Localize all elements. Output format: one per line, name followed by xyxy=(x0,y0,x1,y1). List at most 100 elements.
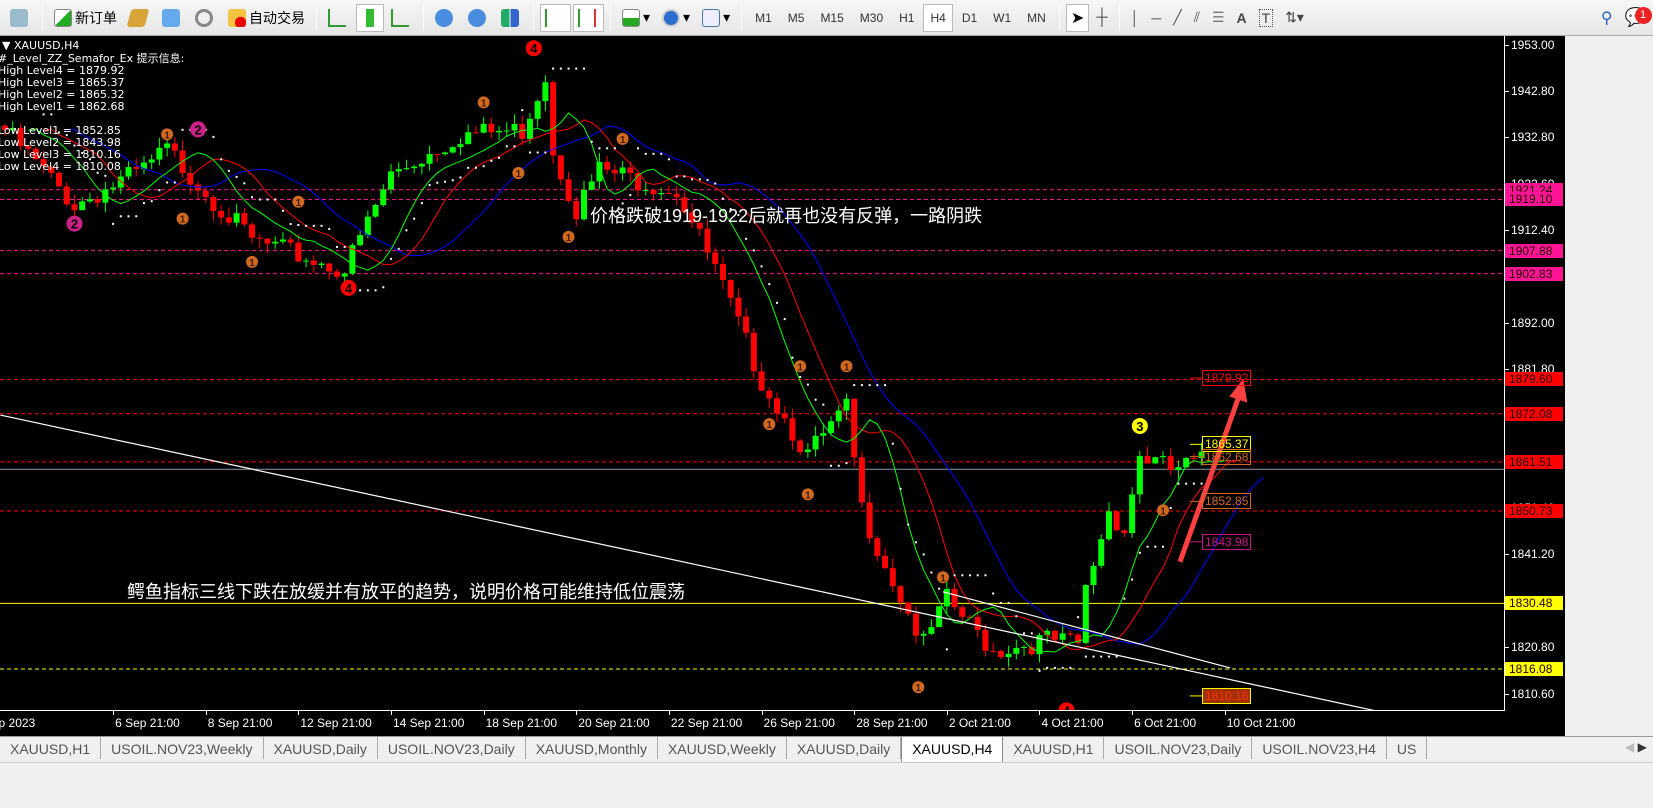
timeframe-h1[interactable]: H1 xyxy=(892,4,921,32)
scroll-left-icon[interactable]: ◀ xyxy=(1625,740,1634,754)
market-watch-button[interactable] xyxy=(124,4,155,32)
sar-dot xyxy=(976,574,979,577)
candle-body xyxy=(1160,456,1166,458)
sar-dot xyxy=(436,181,439,184)
tab-usoil-nov23-daily[interactable]: USOIL.NOV23,Daily xyxy=(1104,737,1253,759)
tab-scroll-arrows[interactable]: ◀ ▶ xyxy=(1625,740,1647,754)
tab-xauusd-h1[interactable]: XAUUSD,H1 xyxy=(0,737,102,759)
fibonacci-button[interactable]: ☰ xyxy=(1207,4,1230,32)
signals-button[interactable] xyxy=(190,4,221,32)
semafor-number: 3 xyxy=(1136,419,1143,434)
navigator-button[interactable] xyxy=(157,4,188,32)
cursor-button[interactable]: ➤ xyxy=(1065,3,1090,32)
equidistant-channel-button[interactable]: ⫽ xyxy=(1189,4,1205,32)
vertical-line-button[interactable]: │ xyxy=(1126,4,1145,32)
indicators-button[interactable]: ▾ xyxy=(617,4,655,32)
candle-body xyxy=(56,172,63,187)
timeframe-w1[interactable]: W1 xyxy=(986,4,1018,32)
auto-trading-button[interactable]: 自动交易 xyxy=(223,4,310,32)
price-chart[interactable]: 444223111111111111111 ▼ XAUUSD,H4 #_Leve… xyxy=(0,36,1505,711)
sar-dot xyxy=(1023,632,1026,635)
sar-dot xyxy=(667,158,670,161)
tab-us[interactable]: US xyxy=(1387,737,1428,759)
tab-xauusd-daily[interactable]: XAUUSD,Daily xyxy=(787,737,902,759)
templates-button[interactable]: ▾ xyxy=(697,4,735,32)
horizontal-line-button[interactable]: ─ xyxy=(1146,4,1166,32)
search-button[interactable]: ⚲ xyxy=(1596,4,1618,32)
zoom-out-button[interactable] xyxy=(463,4,494,32)
candle-body xyxy=(86,199,93,202)
candle-body xyxy=(665,193,672,195)
time-tick-label: 8 Sep 21:00 xyxy=(207,716,273,730)
sar-dot xyxy=(644,152,647,155)
chart-canvas[interactable]: 4 4 4 2 2 3 1 1 1 1 1 1 1 1 1 1 1 1 1 1 1 xyxy=(0,36,1505,711)
sar-dot xyxy=(1092,655,1095,658)
sar-dot xyxy=(907,523,910,526)
timeframe-m15[interactable]: M15 xyxy=(813,4,850,32)
arrows-button[interactable]: ⇅▾ xyxy=(1280,4,1309,32)
tab-xauusd-daily[interactable]: XAUUSD,Daily xyxy=(264,737,378,759)
candle-body xyxy=(426,154,433,164)
tab-xauusd-h4[interactable]: XAUUSD,H4 xyxy=(901,737,1004,763)
timeframe-m1[interactable]: M1 xyxy=(748,4,779,32)
notifications-button[interactable]: 💬1 xyxy=(1620,4,1652,32)
divider xyxy=(610,4,611,31)
chart-window[interactable]: 444223111111111111111 ▼ XAUUSD,H4 #_Leve… xyxy=(0,36,1565,736)
tab-xauusd-h1[interactable]: XAUUSD,H1 xyxy=(1003,737,1105,759)
semafor-number: 1 xyxy=(296,198,302,209)
candle-body xyxy=(874,538,881,556)
candle-body xyxy=(735,297,742,317)
sar-dot xyxy=(397,247,400,250)
candle-body xyxy=(781,413,788,419)
time-tick xyxy=(854,711,856,715)
divider xyxy=(1118,4,1120,31)
candle-body xyxy=(249,224,256,238)
text-label-button[interactable]: T xyxy=(1254,4,1279,32)
candle-body xyxy=(179,150,186,173)
time-axis[interactable]: Sep 2023 6 Sep 21:00 8 Sep 21:00 12 Sep 21:… xyxy=(0,711,1505,736)
candle-body xyxy=(835,410,842,422)
tab-usoil-nov23-weekly[interactable]: USOIL.NOV23,Weekly xyxy=(101,737,264,759)
line-chart-button[interactable] xyxy=(386,4,417,32)
timeframe-m30[interactable]: M30 xyxy=(853,4,890,32)
crosshair-button[interactable]: ┼ xyxy=(1091,4,1112,32)
semafor-marker-1: 1 xyxy=(1157,504,1169,517)
timeframe-mn[interactable]: MN xyxy=(1020,4,1053,32)
periods-button[interactable]: ▾ xyxy=(657,4,695,32)
new-order-button[interactable]: 新订单 xyxy=(49,4,122,32)
trendline-button[interactable]: ╱ xyxy=(1168,4,1186,32)
scroll-right-icon[interactable]: ▶ xyxy=(1638,740,1647,754)
semafor-number: 1 xyxy=(516,169,522,180)
indicator-info-line: Low Level4 = 1810.08 xyxy=(0,160,121,173)
text-button[interactable]: A xyxy=(1232,4,1252,32)
price-axis[interactable]: 1953.001942.801932.801922.601912.401902.… xyxy=(1505,36,1565,711)
candle-body xyxy=(457,144,464,148)
time-tick xyxy=(668,711,670,715)
timeframe-m5[interactable]: M5 xyxy=(781,4,812,32)
tab-xauusd-monthly[interactable]: XAUUSD,Monthly xyxy=(526,737,658,759)
timeframe-h4[interactable]: H4 xyxy=(923,3,953,32)
auto-scroll-button[interactable] xyxy=(540,3,571,32)
tab-usoil-nov23-h4[interactable]: USOIL.NOV23,H4 xyxy=(1252,737,1387,759)
tile-windows-button[interactable] xyxy=(496,4,527,32)
tab-usoil-nov23-daily[interactable]: USOIL.NOV23,Daily xyxy=(378,737,526,759)
timeframe-d1[interactable]: D1 xyxy=(955,4,984,32)
zoom-search-button[interactable] xyxy=(5,4,36,32)
bar-chart-button[interactable] xyxy=(323,4,354,32)
chart-shift-button[interactable] xyxy=(573,3,604,32)
candle-body xyxy=(990,650,997,652)
candle-body xyxy=(1105,511,1112,540)
zoom-in-button[interactable] xyxy=(430,4,461,32)
sar-dot xyxy=(166,181,169,184)
candle-body xyxy=(812,435,819,450)
semafor-number: 2 xyxy=(71,217,78,232)
semafor-marker-1: 1 xyxy=(763,418,776,431)
tab-xauusd-weekly[interactable]: XAUUSD,Weekly xyxy=(658,737,787,759)
fibonacci-icon: ☰ xyxy=(1211,9,1225,25)
candle-chart-button[interactable] xyxy=(356,3,384,32)
sar-dot xyxy=(853,384,856,387)
candle-body xyxy=(789,418,796,441)
semafor-number: 1 xyxy=(844,362,850,373)
sar-dot xyxy=(552,67,555,70)
candle-body xyxy=(866,502,873,539)
